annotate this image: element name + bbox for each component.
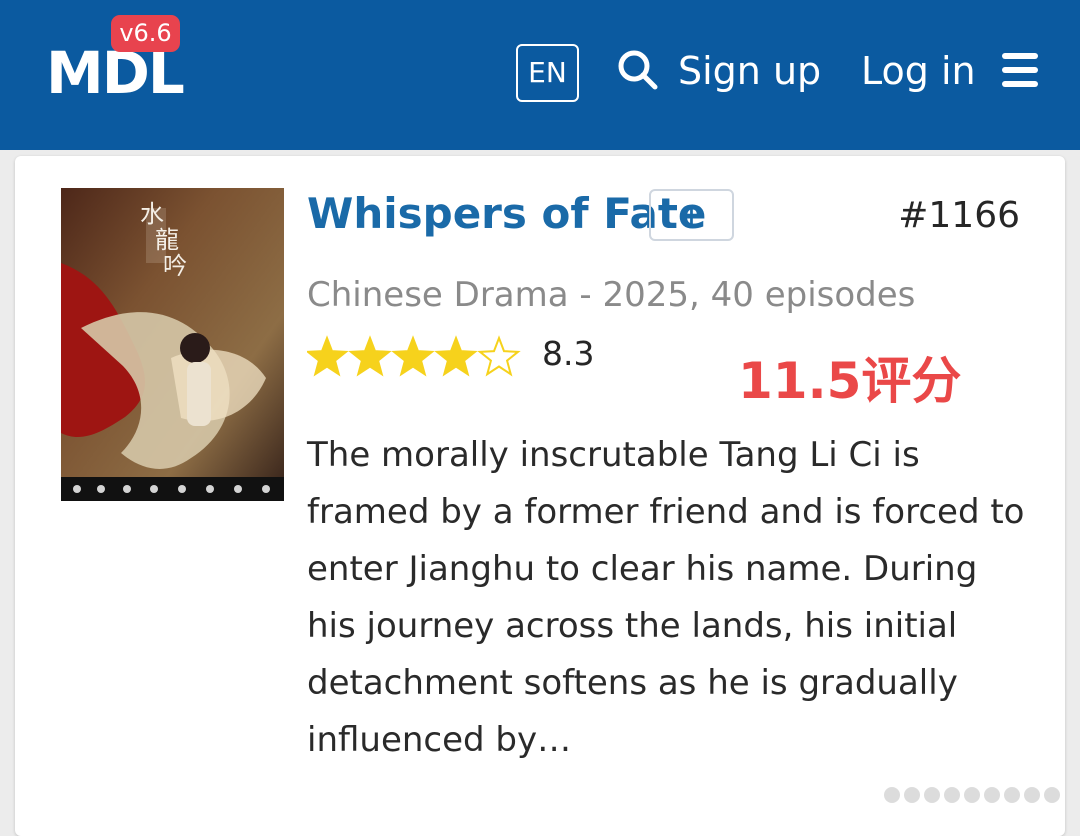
svg-text:吟: 吟 xyxy=(163,252,187,280)
sign-up-link[interactable]: Sign up xyxy=(678,46,821,96)
overlay-score-text: 11.5评分 xyxy=(738,352,962,410)
watermark-icon xyxy=(884,787,1060,803)
app-header: MDL v6.6 EN Sign up Log in xyxy=(0,0,1080,150)
rating-value: 8.3 xyxy=(542,334,595,373)
star-filled-icon xyxy=(434,335,478,377)
hamburger-menu-icon[interactable] xyxy=(1002,53,1038,87)
svg-text:龍: 龍 xyxy=(155,226,179,254)
drama-title-link[interactable]: Whispers of Fate xyxy=(307,187,706,241)
poster-image[interactable]: 水 龍 吟 xyxy=(61,188,284,501)
svg-text:水: 水 xyxy=(140,200,164,228)
search-icon[interactable] xyxy=(616,48,660,92)
star-filled-icon xyxy=(348,335,392,377)
drama-rank: #1166 xyxy=(898,195,1020,236)
add-to-list-button[interactable]: + xyxy=(649,189,734,241)
language-button[interactable]: EN xyxy=(516,44,579,102)
star-empty-icon xyxy=(477,335,521,377)
version-badge: v6.6 xyxy=(111,15,180,52)
star-filled-icon xyxy=(391,335,435,377)
rating-stars xyxy=(307,335,521,377)
drama-synopsis: The morally inscrutable Tang Li Ci is fr… xyxy=(307,435,1025,760)
log-in-link[interactable]: Log in xyxy=(861,46,976,96)
drama-meta: Chinese Drama - 2025, 40 episodes xyxy=(307,275,916,315)
star-filled-icon xyxy=(307,335,349,377)
